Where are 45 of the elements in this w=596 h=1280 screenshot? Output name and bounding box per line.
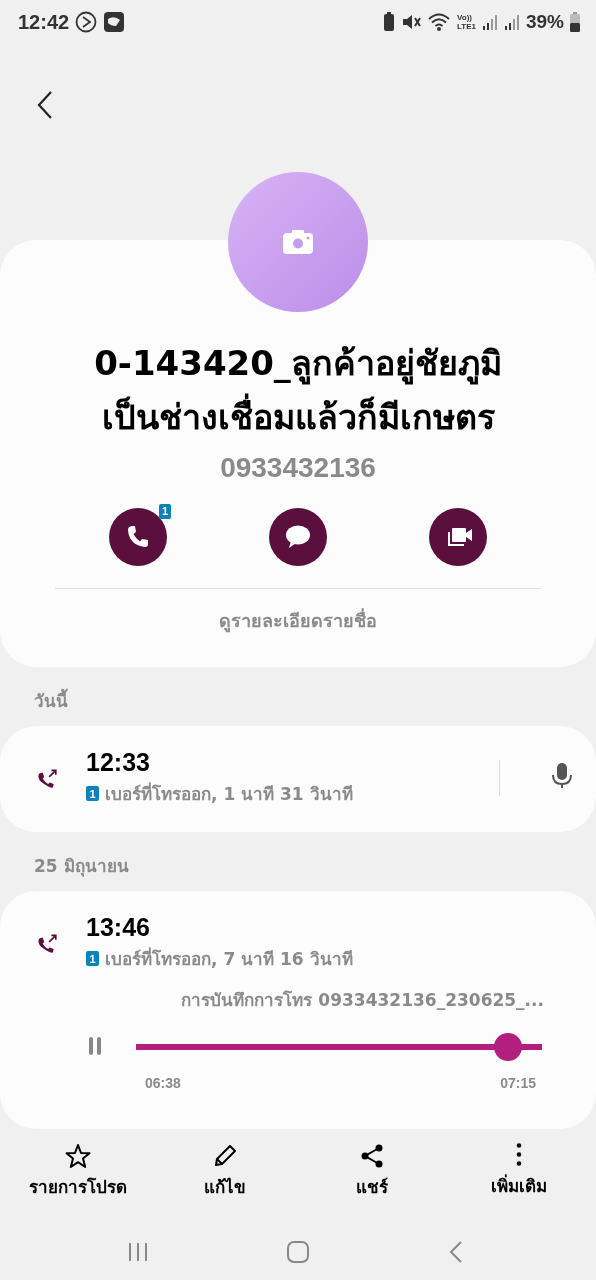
back-icon [37,89,53,120]
pause-icon [88,1036,102,1055]
outgoing-call-icon [36,766,58,789]
outgoing-call-icon [36,931,58,954]
call-detail: เบอร์ที่โทรออก, 1 นาที 31 วินาที [105,781,353,806]
call-time: 12:33 [86,748,151,777]
date-header: 25 มิถุนายน [33,855,130,879]
sim-badge: 1 [86,786,99,801]
count-badge: 1 [158,504,171,519]
battery-percent: 39% [525,11,564,33]
contact-name: 0-143420_ลูกค้าอยู่ชัยภูมิ [94,342,502,387]
lte-label: LTE1 [457,22,476,31]
battery-saver-icon [383,12,395,32]
home-icon [286,1240,310,1264]
total-time: 07:15 [500,1075,536,1091]
message-button[interactable] [269,508,327,566]
contact-name: เป็นช่างเชื่อมแล้วก็มีเกษตร [101,390,495,444]
app-icon [103,11,126,33]
signal-icon [481,13,498,31]
star-icon [64,1143,91,1169]
mute-icon [401,13,421,31]
more-button[interactable]: เพิ่มเติม [448,1143,589,1200]
favorite-button[interactable]: รายการโปรด [7,1143,148,1200]
sim-badge: 1 [86,951,99,966]
phone-number: 0933432136 [220,452,376,484]
video-button[interactable] [429,508,487,566]
play-circle-icon [75,11,98,33]
signal-icon [503,13,520,31]
camera-icon [283,230,313,254]
recording-title: การบันทึกการโทร 0933432136_230625_... [180,989,545,1012]
edit-button[interactable]: แก้ไข [154,1143,295,1200]
chat-bubble-icon [284,523,312,551]
more-icon [515,1143,522,1168]
microphone-icon [552,763,572,789]
pause-button[interactable] [88,1036,102,1058]
volte-label: Vo)) [457,13,473,22]
call-time: 13:46 [86,913,151,942]
share-button[interactable]: แชร์ [301,1143,442,1200]
elapsed-time: 06:38 [145,1075,181,1091]
call-detail: เบอร์ที่โทรออก, 7 นาที 16 วินาที [105,946,353,971]
date-header: วันนี้ [0,667,596,726]
status-time: 12:42 [18,10,70,34]
wifi-icon [427,12,451,32]
battery-icon [570,12,580,32]
slider-thumb[interactable] [494,1033,523,1061]
